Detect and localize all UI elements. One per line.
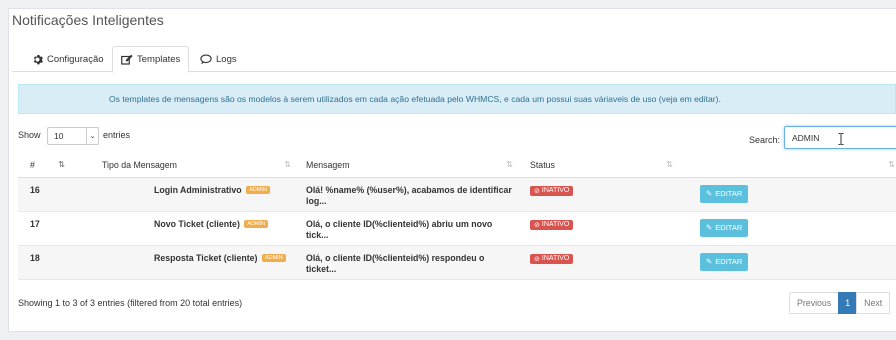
eye-slash-icon: ⊘ <box>534 255 540 263</box>
row-actions: ✎ EDITAR <box>678 211 896 246</box>
edit-button[interactable]: ✎ EDITAR <box>700 252 749 271</box>
gear-icon <box>32 54 43 65</box>
sort-asc-icon: ⇅ <box>58 160 65 169</box>
edit-icon: ✎ <box>706 189 713 198</box>
row-actions: ✎ EDITAR <box>678 177 896 212</box>
admin-badge: ADMIN <box>244 220 269 229</box>
tab-label: Configuração <box>47 53 104 65</box>
row-tipo: Login Administrativo ADMIN <box>70 177 296 212</box>
row-status: ⊘ INATIVO <box>518 245 678 280</box>
sort-icon: ⇅ <box>666 160 673 169</box>
select-value: 10 <box>54 131 64 141</box>
admin-badge: ADMIN <box>261 254 286 263</box>
column-header-status[interactable]: Status ⇅ <box>518 153 678 178</box>
sort-icon: ⇅ <box>506 160 513 169</box>
tab-label: Templates <box>137 54 181 65</box>
row-status: ⊘ INATIVO <box>518 177 678 212</box>
length-entries-label: entries <box>103 130 131 140</box>
row-mensagem: Olá, o cliente ID(%clienteid%) respondeu… <box>296 245 518 280</box>
pagination-next-button[interactable]: Next <box>856 292 891 314</box>
edit-icon: ✎ <box>706 257 713 266</box>
entries-per-page-select[interactable]: 10 ⌄ <box>47 127 99 145</box>
text-cursor-icon <box>838 133 844 145</box>
row-tipo: Novo Ticket (cliente) ADMIN <box>70 211 296 246</box>
templates-table: # ⇅ Tipo da Mensagem ⇅ Mensagem ⇅ Status ⇅ ⇅… <box>18 153 896 280</box>
status-badge: ⊘ INATIVO <box>530 253 574 264</box>
tab-logs[interactable]: Logs <box>192 46 245 72</box>
row-tipo: Resposta Ticket (cliente) ADMIN <box>70 245 296 280</box>
status-badge: ⊘ INATIVO <box>530 219 574 230</box>
row-mensagem: Olá! %name% (%user%), acabamos de identi… <box>296 177 518 212</box>
sort-icon: ⇅ <box>284 160 291 169</box>
tab-configuracao[interactable]: Configuração <box>24 46 112 72</box>
row-id: 17 <box>18 211 70 246</box>
edit-icon: ✎ <box>706 223 713 232</box>
pagination-previous-button[interactable]: Previous <box>789 292 840 314</box>
table-row: 17 Novo Ticket (cliente) ADMIN Olá, o cl… <box>18 211 896 246</box>
info-alert: Os templates de mensagens são os modelos… <box>18 84 896 114</box>
column-header-tipo[interactable]: Tipo da Mensagem ⇅ <box>70 153 296 178</box>
pagination-page-1[interactable]: 1 <box>838 292 858 314</box>
column-header-id[interactable]: # ⇅ <box>18 153 70 178</box>
eye-slash-icon: ⊘ <box>534 221 540 229</box>
comment-icon <box>200 53 212 65</box>
pagination: Previous 1 Next <box>789 292 891 314</box>
admin-badge: ADMIN <box>246 186 270 195</box>
row-mensagem: Olá, o cliente ID(%clienteid%) abriu um … <box>296 211 518 246</box>
row-status: ⊘ INATIVO <box>518 211 678 246</box>
column-header-actions[interactable]: ⇅ <box>678 153 896 178</box>
status-badge: ⊘ INATIVO <box>530 185 574 196</box>
chevron-down-icon: ⌄ <box>86 128 98 144</box>
search-label: Search: <box>749 135 781 145</box>
tab-bar: Configuração Templates Logs <box>12 42 896 73</box>
alert-text: Os templates de mensagens são os modelos… <box>109 94 721 104</box>
tab-label: Logs <box>216 53 237 65</box>
sort-icon: ⇅ <box>888 160 895 169</box>
row-actions: ✎ EDITAR <box>678 245 896 280</box>
edit-icon <box>121 54 133 65</box>
page-title: Notificações Inteligentes <box>12 12 164 28</box>
column-header-mensagem[interactable]: Mensagem ⇅ <box>296 153 518 178</box>
table-info: Showing 1 to 3 of 3 entries (filtered fr… <box>18 298 243 308</box>
row-id: 18 <box>18 245 70 280</box>
length-show-label: Show <box>18 130 41 140</box>
table-header-row: # ⇅ Tipo da Mensagem ⇅ Mensagem ⇅ Status ⇅ ⇅ <box>18 153 896 178</box>
search-value: ADMIN <box>792 132 820 143</box>
tab-templates[interactable]: Templates <box>112 46 190 73</box>
table-row: 16 Login Administrativo ADMIN Olá! %name… <box>18 177 896 212</box>
edit-button[interactable]: ✎ EDITAR <box>700 184 749 203</box>
row-id: 16 <box>18 177 70 212</box>
eye-slash-icon: ⊘ <box>534 187 540 195</box>
edit-button[interactable]: ✎ EDITAR <box>700 218 749 237</box>
table-row: 18 Resposta Ticket (cliente) ADMIN Olá, … <box>18 245 896 280</box>
